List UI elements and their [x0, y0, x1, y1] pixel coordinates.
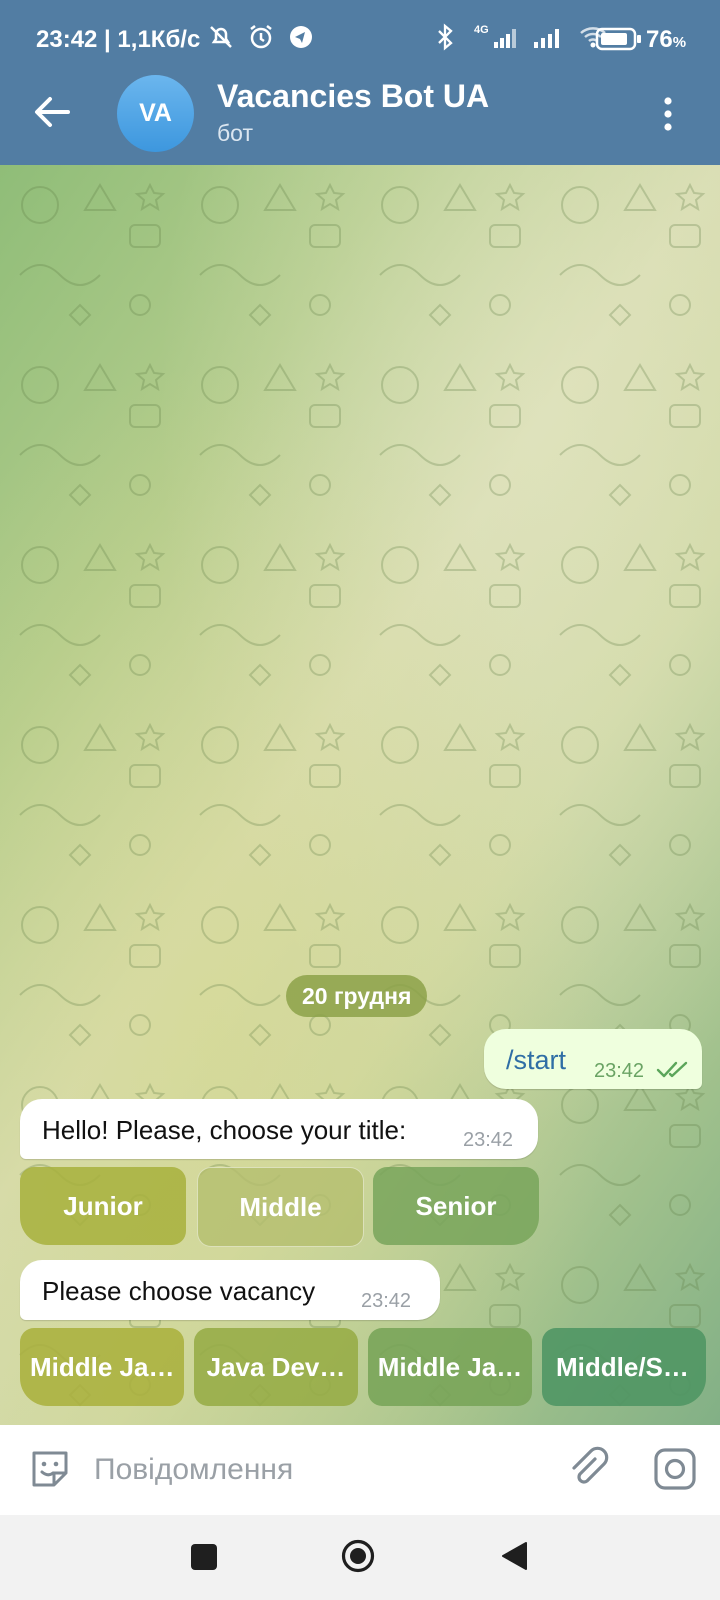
bluetooth-icon	[438, 23, 453, 51]
status-bar: 23:42 | 1,1Кб/с 4G 76%	[0, 0, 720, 80]
message-time: 23:42	[463, 1129, 514, 1151]
battery-icon	[595, 27, 641, 51]
chat-header: 23:42 | 1,1Кб/с 4G 76% VA Vacancies Bot …	[0, 0, 720, 165]
vacancy-button-4[interactable]: Middle/S…	[542, 1328, 706, 1406]
vacancy-button-2[interactable]: Java Dev…	[194, 1328, 358, 1406]
system-navigation-bar	[0, 1515, 720, 1600]
camera-icon[interactable]	[653, 1447, 697, 1491]
date-separator: 20 грудня	[286, 975, 428, 1017]
home-circle-icon[interactable]	[341, 1539, 375, 1573]
chat-area[interactable]: 20 грудня /start 23:42 Hello! Please, ch…	[0, 165, 720, 1425]
message-input[interactable]	[92, 1443, 536, 1497]
signal-4g-icon: 4G	[474, 24, 516, 48]
chat-subtitle: бот	[217, 120, 253, 146]
incoming-message[interactable]: Hello! Please, choose your title: 23:42	[20, 1099, 538, 1159]
vacancy-button-1[interactable]: Middle Ja…	[20, 1328, 184, 1406]
incoming-message[interactable]: Please choose vacancy 23:42	[20, 1260, 440, 1320]
outgoing-message[interactable]: /start 23:42	[484, 1029, 702, 1089]
message-text: Please choose vacancy	[42, 1276, 316, 1306]
message-text: Hello! Please, choose your title:	[42, 1115, 407, 1145]
message-text: /start	[506, 1045, 567, 1075]
message-time: 23:42	[361, 1290, 412, 1312]
alarm-icon	[250, 25, 272, 49]
status-time-speed: 23:42 | 1,1Кб/с	[36, 26, 201, 53]
app-notification-icon	[290, 26, 312, 48]
avatar[interactable]: VA	[117, 75, 194, 152]
message-input-bar	[0, 1425, 720, 1515]
attach-paperclip-icon[interactable]	[565, 1445, 611, 1491]
back-triangle-icon[interactable]	[500, 1540, 528, 1572]
recents-square-icon[interactable]	[191, 1544, 217, 1570]
title-button-middle[interactable]: Middle	[197, 1167, 364, 1247]
double-check-icon	[656, 1061, 688, 1078]
mute-icon	[210, 26, 232, 48]
title-button-senior[interactable]: Senior	[373, 1167, 539, 1245]
chat-title[interactable]: Vacancies Bot UA	[217, 78, 489, 115]
battery-percent: 76%	[646, 26, 687, 53]
vacancy-button-3[interactable]: Middle Ja…	[368, 1328, 532, 1406]
svg-text:4G: 4G	[474, 24, 489, 36]
more-vertical-icon[interactable]	[662, 96, 674, 132]
back-arrow-icon[interactable]	[28, 92, 76, 132]
title-button-junior[interactable]: Junior	[20, 1167, 186, 1245]
signal-icon	[534, 29, 559, 48]
sticker-emoji-icon[interactable]	[28, 1447, 72, 1491]
message-time: 23:42	[594, 1060, 645, 1082]
